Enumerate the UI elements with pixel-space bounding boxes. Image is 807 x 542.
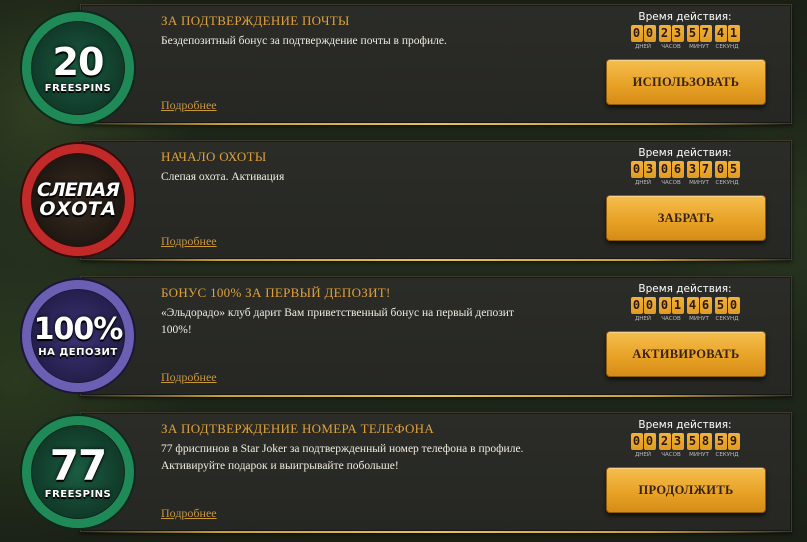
timer-digit: 3 (686, 161, 699, 178)
timer-digit: 0 (643, 25, 656, 42)
timer-digit: 5 (714, 433, 727, 450)
timer-unit-seconds: СЕКУНД (715, 452, 739, 458)
timer-digit: 1 (671, 297, 684, 314)
blind-hunt-badge-icon: СЛЕПАЯ ОХОТА (22, 144, 134, 256)
timer-unit-minutes: МИНУТ (689, 452, 709, 458)
freespins-77-badge-icon: 77 FREESPINS (22, 416, 134, 528)
offer-card-deposit: БОНУС 100% ЗА ПЕРВЫЙ ДЕПОЗИТ! «Эльдорадо… (80, 276, 792, 397)
offer-title: НАЧАЛО ОХОТЫ (161, 149, 267, 164)
badge-subtitle: FREESPINS (44, 82, 112, 94)
badge-number: 20 (52, 39, 105, 84)
timer-unit-seconds: СЕКУНД (715, 44, 739, 50)
timer-unit-hours: ЧАСОВ (661, 180, 681, 186)
timer-digit: 4 (686, 297, 699, 314)
timer-unit-days: ДНЕЙ (634, 452, 652, 458)
countdown-timer: Время действия: 0 3 ДНЕЙ 0 6 ЧАСОВ 3 7 МИНУТ 0… (627, 147, 743, 186)
timer-digit: 9 (727, 433, 740, 450)
offer-description: Слепая охота. Активация (161, 171, 285, 183)
continue-button[interactable]: ПРОДОЛЖИТЬ (606, 467, 766, 513)
timer-digits: 0 0 ДНЕЙ 2 3 ЧАСОВ 5 8 МИНУТ 5 9 СЕКУНД (627, 433, 743, 458)
use-button[interactable]: ИСПОЛЬЗОВАТЬ (606, 59, 766, 105)
badge-subtitle: ОХОТА (39, 198, 117, 220)
timer-digit: 0 (658, 297, 671, 314)
timer-digit: 0 (643, 297, 656, 314)
timer-digit: 7 (699, 25, 712, 42)
timer-digit: 7 (699, 161, 712, 178)
timer-digit: 0 (630, 433, 643, 450)
timer-unit-seconds: СЕКУНД (715, 316, 739, 322)
timer-label: Время действия: (638, 11, 732, 23)
timer-unit-days: ДНЕЙ (634, 44, 652, 50)
timer-digit: 0 (630, 25, 643, 42)
badge-number: 77 (49, 440, 107, 490)
timer-digit: 3 (671, 433, 684, 450)
more-link[interactable]: Подробнее (161, 98, 217, 113)
timer-label: Время действия: (638, 419, 732, 431)
offer-card-phone: ЗА ПОДТВЕРЖДЕНИЕ НОМЕРА ТЕЛЕФОНА 77 фрис… (80, 412, 792, 533)
offer-title: БОНУС 100% ЗА ПЕРВЫЙ ДЕПОЗИТ! (161, 285, 391, 300)
badge-number: 100% (33, 311, 124, 347)
timer-digit: 0 (630, 161, 643, 178)
timer-unit-hours: ЧАСОВ (661, 452, 681, 458)
offer-card-email: ЗА ПОДТВЕРЖДЕНИЕ ПОЧТЫ Бездепозитный бон… (80, 4, 792, 125)
countdown-timer: Время действия: 0 0 ДНЕЙ 2 3 ЧАСОВ 5 7 МИНУТ 4… (627, 11, 743, 50)
countdown-timer: Время действия: 0 0 ДНЕЙ 0 1 ЧАСОВ 4 6 МИНУТ 5… (627, 283, 743, 322)
badge-subtitle: FREESPINS (44, 488, 112, 500)
offer-title: ЗА ПОДТВЕРЖДЕНИЕ ПОЧТЫ (161, 13, 350, 28)
timer-digit: 0 (630, 297, 643, 314)
offer-description: «Эльдорадо» клуб дарит Вам приветственны… (161, 307, 514, 336)
deposit-100-badge-icon: 100% НА ДЕПОЗИТ (22, 280, 134, 392)
offer-card-hunt: НАЧАЛО ОХОТЫ Слепая охота. Активация Под… (80, 140, 792, 261)
timer-digits: 0 0 ДНЕЙ 0 1 ЧАСОВ 4 6 МИНУТ 5 0 СЕКУНД (627, 297, 743, 322)
timer-digit: 0 (714, 161, 727, 178)
countdown-timer: Время действия: 0 0 ДНЕЙ 2 3 ЧАСОВ 5 8 МИНУТ 5… (627, 419, 743, 458)
timer-unit-hours: ЧАСОВ (661, 316, 681, 322)
timer-unit-days: ДНЕЙ (634, 180, 652, 186)
timer-label: Время действия: (638, 283, 732, 295)
timer-digits: 0 3 ДНЕЙ 0 6 ЧАСОВ 3 7 МИНУТ 0 5 СЕКУНД (627, 161, 743, 186)
timer-unit-minutes: МИНУТ (689, 180, 709, 186)
timer-digit: 6 (671, 161, 684, 178)
more-link[interactable]: Подробнее (161, 370, 217, 385)
claim-button[interactable]: ЗАБРАТЬ (606, 195, 766, 241)
timer-digit: 0 (643, 433, 656, 450)
timer-unit-minutes: МИНУТ (689, 44, 709, 50)
timer-digit: 1 (727, 25, 740, 42)
timer-digit: 5 (714, 297, 727, 314)
timer-unit-seconds: СЕКУНД (715, 180, 739, 186)
timer-digit: 5 (727, 161, 740, 178)
timer-digits: 0 0 ДНЕЙ 2 3 ЧАСОВ 5 7 МИНУТ 4 1 СЕКУНД (627, 25, 743, 50)
timer-digit: 4 (714, 25, 727, 42)
timer-unit-days: ДНЕЙ (634, 316, 652, 322)
timer-digit: 0 (727, 297, 740, 314)
timer-digit: 3 (671, 25, 684, 42)
more-link[interactable]: Подробнее (161, 506, 217, 521)
timer-digit: 2 (658, 433, 671, 450)
offer-description: 77 фриспинов в Star Joker за подтвержден… (161, 443, 524, 472)
timer-digit: 3 (643, 161, 656, 178)
freespins-20-badge-icon: 20 FREESPINS (22, 12, 134, 124)
timer-digit: 2 (658, 25, 671, 42)
offer-description: Бездепозитный бонус за подтверждение поч… (161, 35, 447, 47)
timer-label: Время действия: (638, 147, 732, 159)
timer-unit-hours: ЧАСОВ (661, 44, 681, 50)
activate-button[interactable]: АКТИВИРОВАТЬ (606, 331, 766, 377)
timer-digit: 0 (658, 161, 671, 178)
badge-subtitle: НА ДЕПОЗИТ (38, 346, 118, 358)
timer-digit: 8 (699, 433, 712, 450)
more-link[interactable]: Подробнее (161, 234, 217, 249)
timer-unit-minutes: МИНУТ (689, 316, 709, 322)
timer-digit: 5 (686, 433, 699, 450)
timer-digit: 5 (686, 25, 699, 42)
timer-digit: 6 (699, 297, 712, 314)
offer-title: ЗА ПОДТВЕРЖДЕНИЕ НОМЕРА ТЕЛЕФОНА (161, 421, 435, 436)
